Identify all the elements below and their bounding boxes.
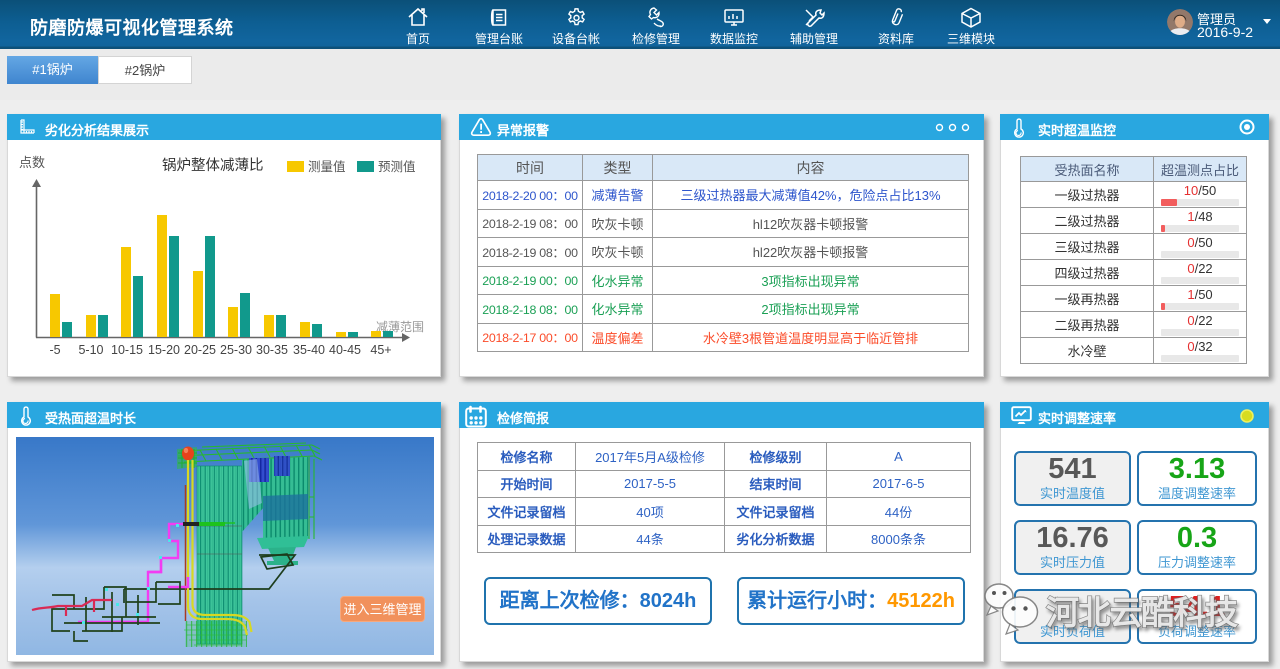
svg-text:10-15: 10-15 — [111, 343, 143, 357]
svg-text:测量值: 测量值 — [308, 159, 346, 174]
svg-text:40-45: 40-45 — [329, 343, 361, 357]
svg-text:15-20: 15-20 — [148, 343, 180, 357]
svg-text:30-35: 30-35 — [256, 343, 288, 357]
svg-text:35-40: 35-40 — [293, 343, 325, 357]
svg-text:45+: 45+ — [370, 343, 391, 357]
svg-text:预测值: 预测值 — [378, 159, 416, 174]
svg-text:5-10: 5-10 — [78, 343, 103, 357]
svg-text:20-25: 20-25 — [184, 343, 216, 357]
svg-text:25-30: 25-30 — [220, 343, 252, 357]
svg-text:点数: 点数 — [19, 155, 45, 170]
svg-text:-5: -5 — [49, 343, 60, 357]
svg-text:锅炉整体减薄比: 锅炉整体减薄比 — [162, 157, 264, 174]
